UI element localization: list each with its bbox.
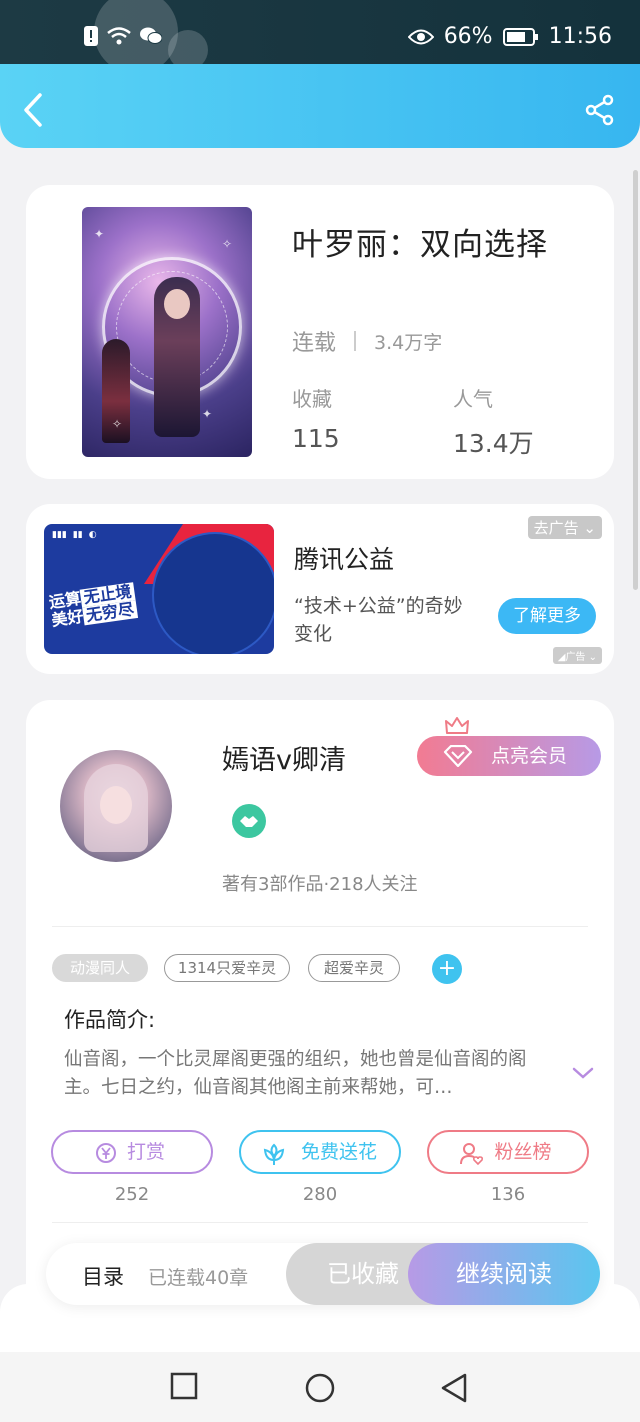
book-status: 连载	[292, 331, 337, 356]
remove-ad-button[interactable]: 去广告 ⌄	[527, 516, 602, 539]
favorites-label: 收藏	[292, 387, 332, 411]
popularity-label: 人气	[453, 387, 493, 411]
intro-title: 作品简介:	[64, 1008, 156, 1032]
handshake-badge-icon[interactable]	[232, 804, 266, 838]
ad-slogan-3: 美好	[50, 606, 85, 630]
nav-back-icon[interactable]	[440, 1372, 468, 1404]
book-meta: 连载 3.4万字	[292, 325, 442, 357]
recent-apps-icon[interactable]	[170, 1372, 198, 1400]
popularity-value: 13.4万	[453, 429, 534, 458]
vip-button-label: 点亮会员	[490, 745, 567, 767]
fan-icon	[460, 1143, 484, 1166]
home-icon[interactable]	[304, 1372, 336, 1404]
tip-count: 252	[114, 1184, 150, 1205]
ad-mark-label: 广告	[565, 652, 586, 663]
clock: 11:56	[548, 24, 612, 49]
favorites-stat: 收藏 115	[292, 383, 340, 453]
back-icon[interactable]	[22, 92, 44, 128]
alert-icon	[84, 26, 98, 46]
chapter-count: 已连载40章	[148, 1267, 249, 1289]
wifi-icon	[107, 27, 131, 45]
flower-icon	[263, 1143, 285, 1165]
crown-icon	[445, 717, 469, 734]
fan-ranking-label: 粉丝榜	[494, 1141, 552, 1163]
ad-title: 腾讯公益	[294, 545, 395, 574]
add-tag-button[interactable]: +	[432, 954, 462, 984]
favorites-value: 115	[292, 424, 340, 453]
remove-ad-label: 去广告	[533, 519, 579, 537]
intro-text: 仙音阁，一个比灵犀阁更强的组织，她也曾是仙音阁的阁主。七日之约，仙音阁其他阁主前…	[64, 1049, 527, 1098]
author-info: 著有3部作品·218人关注	[222, 874, 418, 895]
tip-button[interactable]: 打赏	[51, 1130, 213, 1174]
ad-card[interactable]: ▮▮▮ ▮▮ ◐ 运算无止境 美好无穷尽 腾讯公益 “技术+公益”的奇妙变化 去广告…	[26, 504, 614, 674]
catalog-button[interactable]: 目录	[82, 1261, 124, 1291]
share-icon[interactable]	[584, 94, 616, 126]
popularity-stat: 人气 13.4万	[453, 383, 534, 460]
battery-icon	[502, 27, 538, 46]
tag-item[interactable]: 超爱辛灵	[308, 954, 400, 982]
send-flower-label: 免费送花	[300, 1141, 377, 1163]
author-name[interactable]: 嫣语v卿清	[222, 738, 346, 777]
book-title: 叶罗丽：双向选择	[292, 227, 548, 263]
word-count: 3.4万字	[374, 331, 443, 354]
diamond-icon	[443, 745, 473, 767]
send-flower-button[interactable]: 免费送花	[239, 1130, 401, 1174]
tag-item[interactable]: 动漫同人	[52, 954, 148, 982]
fan-ranking-button[interactable]: 粉丝榜	[427, 1130, 589, 1174]
fan-count: 136	[490, 1184, 526, 1205]
coin-icon	[96, 1143, 116, 1163]
bottom-action-bar: 目录 已连载40章 已收藏 继续阅读	[46, 1243, 600, 1305]
chevron-down-icon[interactable]	[572, 1066, 594, 1080]
system-nav-bar	[0, 1352, 640, 1422]
scrollbar[interactable]	[633, 170, 638, 590]
learn-more-button[interactable]: 了解更多	[498, 598, 596, 634]
flower-count: 280	[302, 1184, 338, 1205]
tip-label: 打赏	[126, 1141, 165, 1163]
avatar[interactable]	[60, 750, 172, 862]
vip-button[interactable]: 点亮会员	[417, 736, 601, 776]
top-header	[0, 64, 640, 148]
continue-reading-button[interactable]: 继续阅读	[408, 1243, 600, 1305]
ad-image[interactable]: ▮▮▮ ▮▮ ◐ 运算无止境 美好无穷尽	[44, 524, 274, 654]
book-info-card: ✦ ✧ ✦ ✧ 叶罗丽：双向选择 连载 3.4万字 收藏 115 人气 13.4…	[26, 185, 614, 479]
book-cover[interactable]: ✦ ✧ ✦ ✧	[82, 207, 252, 457]
plus-icon: +	[437, 956, 457, 981]
eye-icon	[407, 29, 434, 44]
tag-item[interactable]: 1314只爱辛灵	[164, 954, 290, 982]
ad-mark: ◢广告 ⌄	[552, 647, 602, 664]
wechat-icon	[140, 27, 162, 44]
status-bar: 66% 11:56	[0, 0, 640, 74]
battery-percent: 66%	[443, 24, 493, 49]
ad-description: “技术+公益”的奇妙变化	[294, 595, 463, 645]
